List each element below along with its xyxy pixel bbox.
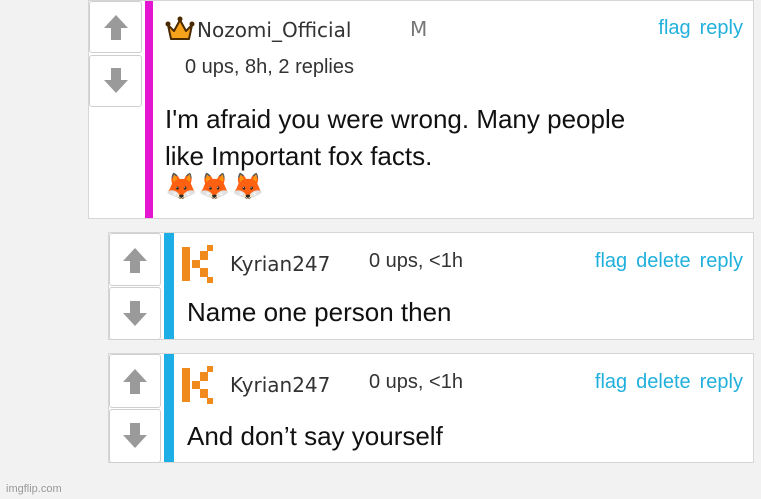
reply-link[interactable]: reply [700,17,743,40]
comment-actions: flag reply [658,17,743,40]
downvote-button[interactable] [109,287,161,340]
comment-actions: flag delete reply [595,371,743,394]
vote-controls [109,354,161,463]
username-link[interactable]: Nozomi_Official [197,18,351,42]
comment-nozomi: Nozomi_Official M 0 ups, 8h, 2 replies f… [88,0,754,219]
flag-link[interactable]: flag [658,17,690,40]
comment-meta: 0 ups, <1h [369,371,463,393]
arrow-down-icon [123,300,147,326]
watermark: imgflip.com [6,483,62,495]
vote-controls [109,233,161,340]
arrow-up-icon [103,15,128,40]
reply-link[interactable]: reply [700,371,743,394]
comment-text: And don’t say yourself [187,421,443,451]
upvote-button[interactable] [109,233,161,286]
downvote-button[interactable] [89,55,142,107]
username-link[interactable]: Kyrian247 [230,252,330,276]
fox-emoji: 🦊🦊🦊 [165,171,266,201]
comment-text-line2: like Important fox facts. [165,141,433,171]
arrow-down-icon [123,423,147,448]
flag-link[interactable]: flag [595,371,627,394]
username-link[interactable]: Kyrian247 [230,373,330,397]
arrow-up-icon [123,247,147,273]
arrow-down-icon [103,68,128,93]
reply-link[interactable]: reply [700,250,743,273]
comment-text: Name one person then [187,297,452,327]
comment-accent-bar [164,233,174,339]
mod-badge: M [410,17,428,41]
vote-controls [89,1,142,218]
upvote-button[interactable] [109,354,161,408]
comment-kyrian-1: Kyrian247 0 ups, <1h flag delete reply N… [108,232,754,340]
delete-link[interactable]: delete [636,371,691,394]
comment-meta: 0 ups, 8h, 2 replies [185,56,354,78]
comment-meta: 0 ups, <1h [369,250,463,272]
downvote-button[interactable] [109,409,161,463]
comment-text-line1: I'm afraid you were wrong. Many people [165,104,626,134]
comment-accent-bar [145,1,153,218]
comment-kyrian-2: Kyrian247 0 ups, <1h flag delete reply A… [108,353,754,463]
k-logo-icon [182,366,213,404]
flag-link[interactable]: flag [595,250,627,273]
comment-accent-bar [164,354,174,462]
arrow-up-icon [123,369,147,394]
comment-actions: flag delete reply [595,250,743,273]
crown-icon [165,16,195,40]
upvote-button[interactable] [89,1,142,53]
k-logo-icon [182,245,213,283]
delete-link[interactable]: delete [636,250,691,273]
